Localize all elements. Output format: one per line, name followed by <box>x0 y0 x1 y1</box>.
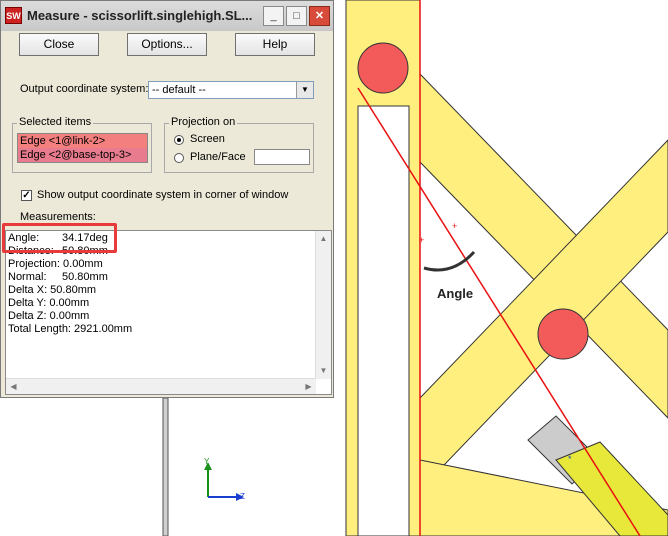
scroll-up-icon[interactable]: ▲ <box>317 232 330 245</box>
measure-line-delta-z: Delta Z: 0.00mm <box>8 310 90 322</box>
angle-arc <box>423 250 476 272</box>
axis-y-label: Y <box>204 457 210 466</box>
marker-plus-1: + <box>419 235 424 245</box>
help-button[interactable]: Help <box>235 33 315 56</box>
angle-highlight-box <box>2 223 117 253</box>
scroll-right-icon[interactable]: ▶ <box>302 380 315 393</box>
measurements-label: Measurements: <box>20 211 96 223</box>
options-button[interactable]: Options... <box>127 33 207 56</box>
horizontal-scrollbar[interactable]: ◀ ▶ <box>6 378 316 394</box>
measure-dialog: SW Measure - scissorlift.singlehigh.SL..… <box>0 0 334 398</box>
projection-title: Projection on <box>169 116 238 128</box>
screen-radio-label: Screen <box>190 133 225 145</box>
window-close-button[interactable]: ✕ <box>309 6 330 26</box>
plane-face-input[interactable] <box>254 149 310 165</box>
pole <box>162 397 169 536</box>
joint-top <box>357 42 409 94</box>
show-coord-checkbox[interactable]: ✓ <box>21 190 32 201</box>
measure-line-total-length: Total Length: 2921.00mm <box>8 323 133 335</box>
measure-line-delta-x: Delta X: 50.80mm <box>8 284 97 296</box>
projection-group: Projection on Screen Plane/Face <box>164 116 314 173</box>
measure-label-normal: Normal: <box>8 271 47 283</box>
window-title: Measure - scissorlift.singlehigh.SL... <box>27 8 253 23</box>
chevron-down-icon[interactable]: ▼ <box>296 82 313 98</box>
marker-plus-2: + <box>452 221 457 231</box>
measure-line-delta-y: Delta Y: 0.00mm <box>8 297 90 309</box>
title-bar[interactable]: SW Measure - scissorlift.singlehigh.SL..… <box>1 1 333 31</box>
angle-label: Angle <box>437 286 474 301</box>
measure-value-normal: 50.80mm <box>62 271 108 283</box>
output-coord-label: Output coordinate system: <box>20 83 149 95</box>
selected-item-edge-1[interactable]: Edge <1@link-2> <box>18 134 147 148</box>
scroll-left-icon[interactable]: ◀ <box>7 380 20 393</box>
plane-face-radio-label: Plane/Face <box>190 151 246 163</box>
selected-items-group: Selected items Edge <1@link-2> Edge <2@b… <box>12 116 152 173</box>
screen-radio[interactable] <box>174 135 184 145</box>
axis-z-label: Z <box>240 492 245 501</box>
output-coord-value: -- default -- <box>152 84 206 96</box>
measure-line-projection: Projection: 0.00mm <box>8 258 103 270</box>
vertical-scrollbar[interactable]: ▲ ▼ <box>315 231 331 379</box>
selected-items-title: Selected items <box>17 116 94 128</box>
close-button[interactable]: Close <box>19 33 99 56</box>
joint-middle <box>537 308 589 360</box>
selected-item-edge-2[interactable]: Edge <2@base-top-3> <box>18 148 147 162</box>
solidworks-icon: SW <box>5 7 22 24</box>
minimize-button[interactable]: _ <box>263 6 284 26</box>
scroll-down-icon[interactable]: ▼ <box>317 364 330 377</box>
plane-face-radio[interactable] <box>174 153 184 163</box>
slot <box>357 105 410 536</box>
output-coord-select[interactable]: -- default -- ▼ <box>148 81 314 99</box>
measurements-output[interactable]: Angle: 34.17deg Distance: 50.80mm Projec… <box>5 230 332 395</box>
selected-items-list[interactable]: Edge <1@link-2> Edge <2@base-top-3> <box>17 133 148 163</box>
marker-star: * <box>568 454 572 464</box>
show-coord-label: Show output coordinate system in corner … <box>37 189 289 201</box>
maximize-button[interactable]: □ <box>286 6 307 26</box>
